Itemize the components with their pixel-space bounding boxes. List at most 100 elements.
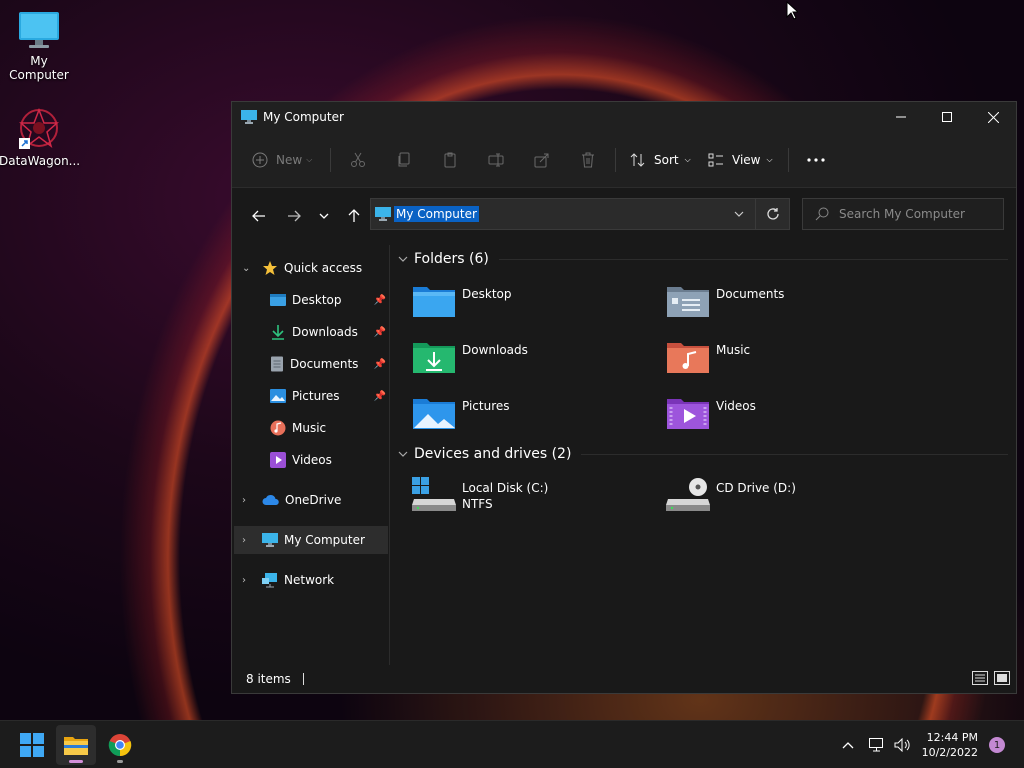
paste-button[interactable] (427, 144, 473, 176)
address-bar[interactable]: My Computer (370, 198, 790, 230)
system-tray (838, 721, 916, 768)
notification-badge[interactable]: 1 (989, 737, 1005, 753)
network-status-button[interactable] (864, 738, 890, 752)
clock-time: 12:44 PM (926, 731, 978, 744)
video-icon (270, 452, 286, 468)
title-bar[interactable]: My Computer (232, 102, 1016, 132)
copy-button[interactable] (381, 144, 427, 176)
hard-drive-icon (412, 477, 456, 511)
drive-label-group: CD Drive (D:) (716, 477, 796, 496)
search-input[interactable]: Search My Computer (802, 198, 1004, 230)
sidebar-item-label: Documents (290, 357, 359, 371)
pin-icon: 📌 (373, 390, 386, 402)
chevron-down-icon: ⌵ (306, 154, 313, 164)
desktop-icon-datawagon[interactable]: DataWagon... (0, 106, 80, 168)
taskbar-file-explorer[interactable] (56, 725, 96, 765)
sidebar-item-desktop[interactable]: Desktop 📌 (270, 287, 386, 313)
chrome-icon (108, 734, 132, 757)
folder-item-videos[interactable]: Videos (666, 395, 756, 431)
recent-locations-button[interactable] (309, 201, 339, 231)
folder-label: Documents (716, 287, 785, 301)
pin-icon: 📌 (373, 294, 386, 306)
tiles-view-button[interactable] (994, 671, 1010, 688)
rename-button[interactable] (473, 144, 519, 176)
more-icon (807, 157, 825, 162)
delete-button[interactable] (565, 144, 611, 176)
folder-item-documents[interactable]: Documents (666, 283, 784, 319)
folders-group-header[interactable]: Folders (6) (398, 251, 1008, 267)
folders-header-label: Folders (6) (414, 251, 489, 267)
monitor-icon (241, 110, 257, 124)
document-icon (271, 356, 283, 372)
folder-label: Downloads (462, 343, 528, 357)
new-button[interactable]: New ⌵ (252, 144, 316, 176)
forward-button[interactable] (279, 201, 309, 231)
sidebar-item-videos[interactable]: Videos (270, 447, 386, 473)
details-view-button[interactable] (972, 671, 988, 688)
scissors-icon (351, 152, 365, 167)
folder-item-pictures[interactable]: Pictures (412, 395, 510, 431)
divider (788, 147, 789, 172)
sort-button[interactable]: Sort ⌵ (620, 144, 700, 176)
taskbar-chrome[interactable] (100, 725, 140, 765)
address-dropdown-button[interactable] (723, 199, 755, 229)
trash-icon (582, 152, 594, 167)
sidebar-item-documents[interactable]: Documents 📌 (270, 351, 386, 377)
show-hidden-icons-button[interactable] (838, 741, 858, 749)
up-button[interactable] (339, 201, 369, 231)
refresh-button[interactable] (755, 199, 789, 229)
tiles-view-icon (994, 671, 1010, 685)
sidebar-item-my-computer[interactable]: › My Computer (232, 527, 390, 553)
divider (581, 453, 1008, 455)
network-status-icon (869, 738, 883, 752)
command-bar: New ⌵ Sort ⌵ View ⌵ (232, 132, 1016, 188)
clock[interactable]: 12:44 PM 10/2/2022 (922, 730, 978, 760)
sidebar-item-onedrive[interactable]: › OneDrive (232, 487, 390, 513)
chevron-right-icon[interactable]: › (242, 495, 252, 506)
chevron-up-icon (842, 741, 854, 748)
chevron-down-icon (734, 211, 744, 217)
sidebar-item-label: My Computer (284, 533, 365, 547)
monitor-icon (19, 12, 59, 48)
navigation-pane: ⌄ Quick access Desktop 📌 Downloads 📌 Doc… (232, 245, 390, 665)
pictures-folder-icon (413, 399, 455, 429)
close-button[interactable] (970, 102, 1016, 132)
folder-item-downloads[interactable]: Downloads (412, 339, 528, 375)
folder-item-desktop[interactable]: Desktop (412, 283, 512, 319)
minimize-button[interactable] (878, 102, 924, 132)
sidebar-item-downloads[interactable]: Downloads 📌 (270, 319, 386, 345)
pin-icon: 📌 (373, 358, 386, 370)
drive-label-group: Local Disk (C:) NTFS (462, 477, 548, 512)
sort-icon (630, 152, 645, 167)
share-icon (534, 153, 549, 167)
download-icon (272, 325, 284, 340)
drive-item-local-disk[interactable]: Local Disk (C:) NTFS (412, 477, 548, 513)
view-button[interactable]: View ⌵ (700, 144, 784, 176)
sidebar-item-network[interactable]: › Network (232, 567, 390, 593)
chevron-right-icon[interactable]: › (242, 535, 252, 546)
chevron-down-icon[interactable]: ⌄ (242, 263, 252, 274)
folder-item-music[interactable]: Music (666, 339, 750, 375)
desktop-icon-my-computer[interactable]: My Computer (0, 10, 79, 82)
maximize-button[interactable] (924, 102, 970, 132)
address-path[interactable]: My Computer (394, 206, 479, 222)
desktop-folder-icon (413, 287, 455, 317)
sidebar-item-quick-access[interactable]: ⌄ Quick access (232, 255, 390, 281)
sidebar-item-music[interactable]: Music (270, 415, 386, 441)
chevron-right-icon[interactable]: › (242, 575, 252, 586)
volume-button[interactable] (890, 738, 916, 752)
drive-item-cd-drive[interactable]: CD Drive (D:) (666, 477, 796, 513)
pin-icon: 📌 (373, 326, 386, 338)
cut-button[interactable] (335, 144, 381, 176)
star-icon (263, 261, 277, 275)
divider (498, 258, 1008, 260)
windows-logo-icon (20, 733, 44, 757)
more-options-button[interactable] (793, 144, 839, 176)
drives-group-header[interactable]: Devices and drives (2) (398, 446, 1008, 462)
arrow-left-icon (252, 210, 265, 222)
share-button[interactable] (519, 144, 565, 176)
back-button[interactable] (244, 201, 274, 231)
sidebar-item-pictures[interactable]: Pictures 📌 (270, 383, 386, 409)
arrow-up-icon (348, 209, 360, 222)
start-button[interactable] (12, 725, 52, 765)
